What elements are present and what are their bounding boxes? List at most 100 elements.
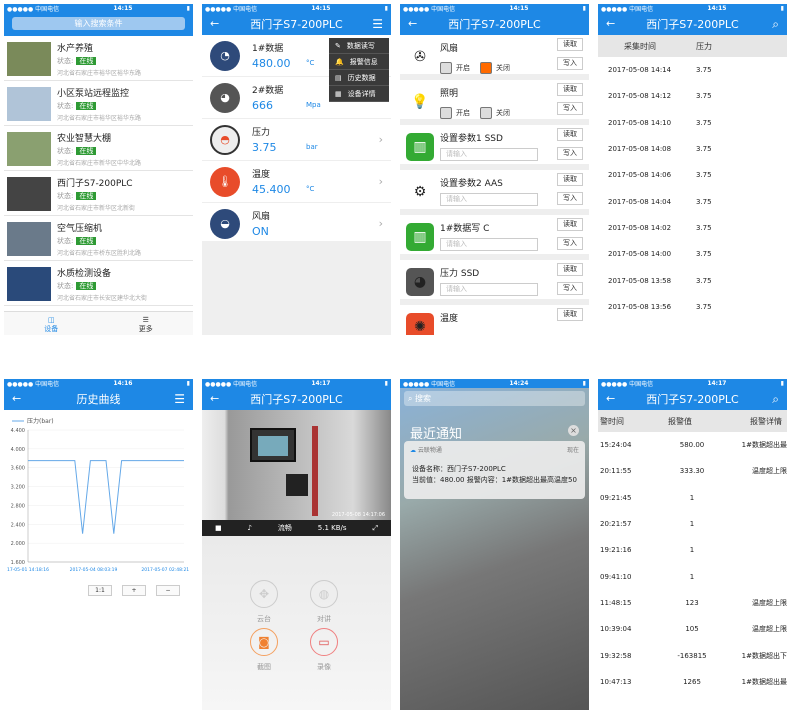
value-input[interactable]: 请输入 [440,148,538,161]
col-time: 采集时间 [624,41,656,51]
data-row[interactable]: 🌡 温度 45.400 °C › [202,161,391,203]
device-info: 空气压缩机 状态: 在线 河北省石家庄市桥东区胜利北路 [57,219,141,257]
write-button[interactable]: 写入 [557,237,583,250]
device-address: 河北省石家庄市长安区建华北大街 [57,295,148,302]
value-input[interactable]: 请输入 [440,283,538,296]
device-item[interactable]: 小区泵站远程监控 状态: 在线 河北省石家庄市裕华区裕华东路 [4,81,193,126]
device-info: 水质检测设备 状态: 在线 河北省石家庄市长安区建华北大街 [57,264,147,302]
value-input[interactable]: 请输入 [440,238,538,251]
menu-icon[interactable]: ☰ [372,17,383,31]
back-icon[interactable]: ← [210,17,219,30]
write-button[interactable]: 写入 [557,102,583,115]
data-row[interactable]: ◒ 风扇 ON › [202,203,391,245]
ptz-button[interactable]: ✥ [250,580,278,608]
tab-device[interactable]: ◫ 设备 [4,312,99,335]
device-info: 小区泵站远程监控 状态: 在线 河北省石家庄市裕华区裕华东路 [57,84,141,122]
notification-card[interactable]: ☁ 云联物通 现在 设备名称：西门子S7-200PLC 当前值：480.00 报警… [404,441,585,499]
write-button[interactable]: 写入 [557,147,583,160]
search-icon[interactable]: ⌕ [772,392,779,407]
search-input[interactable]: 输入搜索条件 [12,17,185,30]
menu-item[interactable]: ▤ 历史数据 [329,70,389,86]
switch-on[interactable]: 开启 [440,107,470,119]
device-address: 河北省石家庄市新华区北新街 [57,205,136,212]
row-detail: 1#数据超出最 [741,677,787,686]
back-icon[interactable]: ← [606,17,615,30]
device-item[interactable]: 水产养殖 状态: 在线 河北省石家庄市裕华区裕华东路 [4,36,193,81]
row-pressure: 3.75 [696,171,712,180]
zoom-button[interactable]: + [122,585,146,596]
device-item[interactable]: 水质检测设备 状态: 在线 河北省石家庄市长安区建华北大街 [4,261,193,306]
video-feed[interactable]: 2017-05-08 14:17:06 [202,410,391,522]
read-button[interactable]: 读取 [557,83,583,96]
read-button[interactable]: 读取 [557,218,583,231]
back-icon[interactable]: ← [408,17,417,30]
write-button[interactable]: 写入 [557,282,583,295]
battery-icon: ▮ [186,380,190,387]
back-icon[interactable]: ← [606,392,615,405]
quality-button[interactable]: 流畅 [278,523,292,533]
device-status: 状态: 在线 [57,146,141,156]
fullscreen-icon[interactable]: ⤢ [372,524,378,533]
search-icon[interactable]: ⌕ [772,17,779,32]
control-area: ✥ 云台 ◍ 对讲 ◙ 截图 ▭ 录像 [202,536,391,710]
switch-on[interactable]: 开启 [440,62,470,74]
device-name: 水质检测设备 [57,269,112,279]
volume-icon[interactable]: ♪ [247,524,251,532]
snapshot-button[interactable]: ◙ [250,628,278,656]
menu-item-icon: ▤ [335,74,342,82]
switch-off[interactable]: 关闭 [480,62,510,74]
table-row: 2017-05-08 14:08 3.75 [598,136,787,162]
row-time: 2017-05-08 13:58 [608,276,672,285]
record-button[interactable]: ▭ [310,628,338,656]
data-unit: Mpa [306,101,321,109]
menu-item-icon: 🔔 [335,58,344,66]
row-pressure: 3.75 [696,250,712,259]
menu-item[interactable]: ✎ 数据读写 [329,38,389,54]
menu-item[interactable]: ▦ 设备详情 [329,86,389,102]
pressure-chart[interactable]: 压力(bar)4.400 4.000 3.600 3.200 2.800 2.400 2.0… [4,410,193,590]
read-button[interactable]: 读取 [557,128,583,141]
read-button[interactable]: 读取 [557,173,583,186]
device-item[interactable]: 农业智慧大棚 状态: 在线 河北省石家庄市新华区中华北路 [4,126,193,171]
menu-item[interactable]: 🔔 报警信息 [329,54,389,70]
battery-icon: ▮ [384,5,388,12]
control-name: 设置参数2 AAS [440,179,503,189]
row-value: 580.00 [679,441,705,450]
device-item[interactable]: 空气压缩机 状态: 在线 河北省石家庄市桥东区胜利北路 [4,216,193,261]
back-icon[interactable]: ← [210,392,219,405]
zoom-button[interactable]: 1:1 [88,585,112,596]
read-button[interactable]: 读取 [557,38,583,51]
battery-icon: ▮ [780,380,784,387]
write-button[interactable]: 写入 [557,57,583,70]
read-button[interactable]: 读取 [557,263,583,276]
stop-icon[interactable]: ■ [215,524,222,532]
row-value: 333.30 [679,467,705,476]
back-icon[interactable]: ← [12,392,21,405]
search-input[interactable]: ⌕ 搜索 [404,391,585,406]
control-icon: ✇ [406,43,434,71]
device-name: 农业智慧大棚 [57,134,112,144]
radio-box [480,62,492,74]
device-name: 水产养殖 [57,44,94,54]
data-unit: °C [306,185,315,193]
video-screen: ●●●●● 中国电信 14:17 ▮ ← 西门子S7-200PLC 2017-05-0… [202,379,391,710]
value-input[interactable]: 请输入 [440,193,538,206]
dropdown-menu: ✎ 数据读写 🔔 报警信息 ▤ 历史数据 ▦ 设备详情 [329,38,389,102]
control-name: 设置参数1 SSD [440,134,503,144]
switch-off[interactable]: 关闭 [480,107,510,119]
tab-more[interactable]: ☰ 更多 [99,312,194,335]
battery-icon: ▮ [582,5,586,12]
device-item[interactable]: 西门子S7-200PLC 状态: 在线 河北省石家庄市新华区北新街 [4,171,193,216]
control-item: 💡 照明 开启 关闭 读取 写入 [400,80,589,125]
nav-bar: ← 西门子S7-200PLC ☰ [202,13,391,35]
row-time: 2017-05-08 13:56 [608,302,672,311]
read-button[interactable]: 读取 [557,308,583,321]
data-row[interactable]: ◓ 压力 3.75 bar › [202,119,391,161]
menu-icon[interactable]: ☰ [174,392,185,406]
close-icon[interactable]: × [568,425,579,436]
write-button[interactable]: 写入 [557,192,583,205]
row-pressure: 3.75 [696,118,712,127]
table-row: 2017-05-08 14:12 3.75 [598,83,787,109]
talk-button[interactable]: ◍ [310,580,338,608]
zoom-button[interactable]: − [156,585,180,596]
